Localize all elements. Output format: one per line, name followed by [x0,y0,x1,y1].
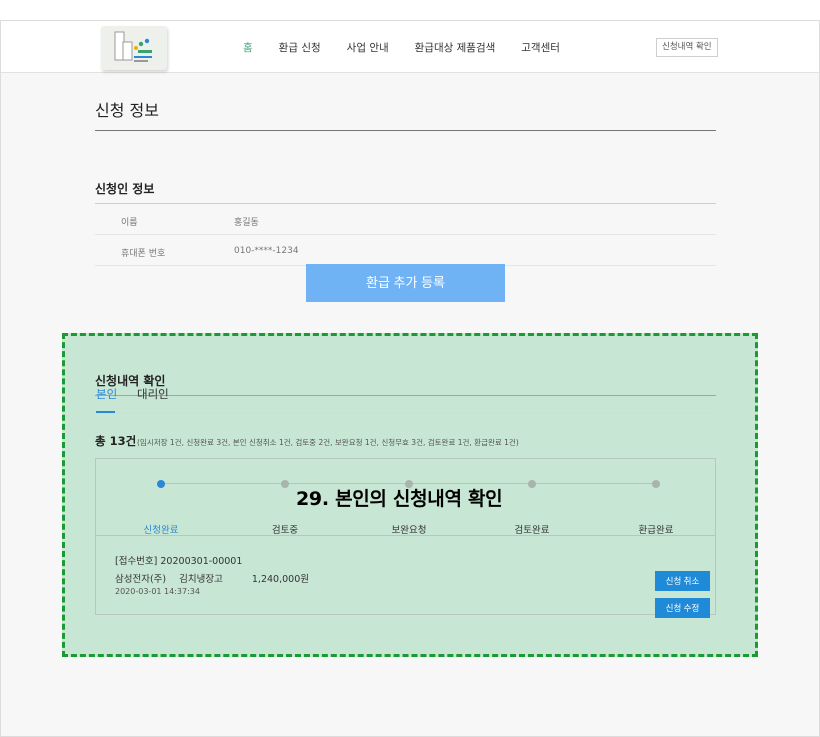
nav-customer-center[interactable]: 고객센터 [521,40,560,55]
cancel-application-button[interactable]: 신청 취소 [655,571,710,591]
record-datetime: 2020-03-01 14:37:34 [115,587,200,596]
add-refund-button[interactable]: 환급 추가 등록 [306,264,505,302]
record-amount: 1,240,000원 [251,574,309,585]
name-value: 홍길동 [234,218,259,228]
record-info: 삼성전자(주) 김치냉장고 1,240,000원 [115,571,319,585]
nav-refund-apply[interactable]: 환급 신청 [279,40,321,55]
step-dot-2 [281,480,289,488]
logo-icon [114,31,152,62]
tab-self[interactable]: 본인 [96,386,117,402]
page-title: 신청 정보 [95,101,159,120]
step-annotation-label: 29. 본인의 신청내역 확인 [296,488,503,510]
record-company: 삼성전자(주) [115,574,167,585]
step-label-applied: 신청완료 [143,525,179,536]
step-dot-4 [528,480,536,488]
row-divider [95,234,716,235]
step-label-reviewing: 검토중 [271,525,299,536]
step-label-review-done: 검토완료 [514,525,550,536]
nav-home[interactable]: 홈 [243,40,253,55]
receipt-number: [접수번호] 20200301-00001 [115,556,243,567]
total-breakdown: (임시저장 1건, 신청완료 3건, 본인 신청취소 1건, 검토중 2건, 보… [137,438,519,447]
tab-divider [95,413,716,414]
step-label-supplement: 보완요청 [391,525,427,536]
nav-product-search[interactable]: 환급대상 제품검색 [415,40,496,55]
applicant-section-divider [95,203,716,204]
edit-application-button[interactable]: 신청 수정 [655,598,710,618]
name-label: 이름 [121,218,138,228]
site-header: 홈 환급 신청 사업 안내 환급대상 제품검색 고객센터 신청내역 확인 [1,21,819,73]
total-count: 총 13건 [95,434,137,448]
check-history-button[interactable]: 신청내역 확인 [656,38,718,57]
tab-proxy[interactable]: 대리인 [137,386,169,402]
record-product: 김치냉장고 [179,574,223,585]
step-dot-5 [652,480,660,488]
phone-value: 010-****-1234 [234,246,299,256]
nav-business-info[interactable]: 사업 안내 [347,40,389,55]
applicant-section-title: 신청인 정보 [95,182,155,196]
history-section-divider [95,395,716,396]
main-nav: 홈 환급 신청 사업 안내 환급대상 제품검색 고객센터 [243,40,586,55]
site-logo[interactable] [101,26,167,70]
title-divider [95,130,716,131]
step-label-refund-done: 환급완료 [638,525,674,536]
tab-active-underline [96,411,115,413]
phone-label: 휴대폰 번호 [121,249,166,259]
step-dot-1 [157,480,165,488]
